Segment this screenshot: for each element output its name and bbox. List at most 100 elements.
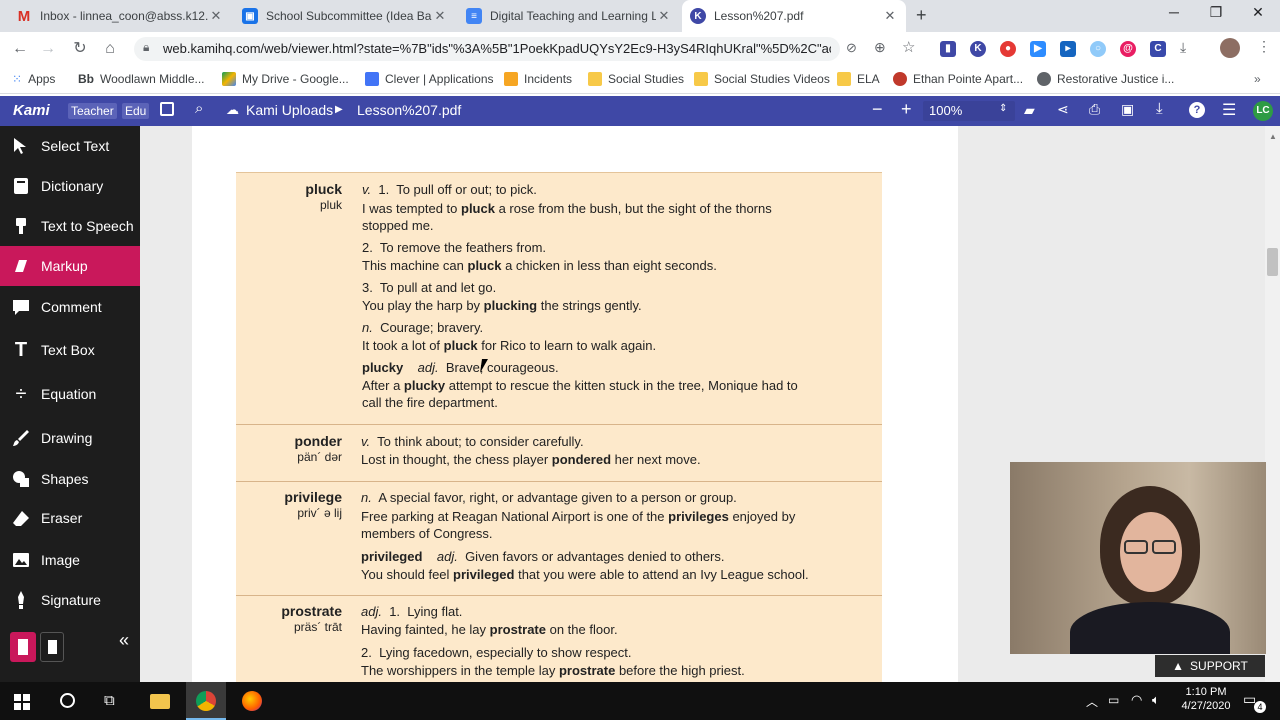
bookmark-extension-icon[interactable]: ▮ [940, 41, 956, 57]
folder-open-icon[interactable]: ▰ [1024, 102, 1035, 119]
volume-icon[interactable]: 🔈︎ [1152, 692, 1160, 708]
collapse-sidebar-icon[interactable]: « [119, 630, 129, 651]
tool-signature[interactable]: Signature [0, 580, 140, 620]
scroll-up-icon[interactable]: ▲ [1269, 132, 1277, 141]
tool-comment[interactable]: Comment [0, 287, 140, 327]
avatar[interactable]: LC [1253, 101, 1273, 121]
vertical-scrollbar[interactable]: ▲ [1265, 126, 1280, 682]
download-icon[interactable]: ⤓ [1180, 39, 1186, 56]
scrollbar-thumb[interactable] [1267, 248, 1278, 276]
tool-image[interactable]: Image [0, 540, 140, 580]
tool-shapes[interactable]: Shapes [0, 459, 140, 499]
maximize-button[interactable]: ❐ [1196, 4, 1236, 26]
tab-gmail[interactable]: M Inbox - linnea_coon@abss.k12.nc ✕ [8, 0, 232, 32]
url-text[interactable]: web.kamihq.com/web/viewer.html?state=%7B… [163, 41, 831, 56]
tab-school-subcommittee[interactable]: ▣ School Subcommittee (Idea Bank ✕ [234, 0, 456, 32]
more-bookmarks-icon[interactable]: » [1254, 72, 1261, 86]
chrome-menu-icon[interactable]: ⋮ [1257, 38, 1271, 55]
close-icon[interactable]: ✕ [882, 8, 898, 24]
task-view-icon[interactable]: ⧉ [104, 692, 115, 709]
minimize-button[interactable]: ─ [1154, 4, 1194, 26]
menu-icon[interactable]: ☰ [1222, 100, 1236, 120]
chrome-taskbar-button[interactable] [186, 682, 226, 720]
clever-extension-icon[interactable]: C [1150, 41, 1166, 57]
kami-extension-icon[interactable]: K [970, 41, 986, 57]
definition-text: Lost in thought, the chess player [361, 452, 552, 467]
screencast-extension-icon[interactable]: ▸ [1060, 41, 1076, 57]
print-icon[interactable]: ⎙ [1089, 101, 1100, 118]
tool-equation[interactable]: ÷ Equation [0, 374, 140, 414]
bookmark-ethan-pointe[interactable]: Ethan Pointe Apart... [893, 72, 1023, 86]
bookmark-woodlawn[interactable]: Bb Woodlawn Middle... [78, 72, 205, 86]
breadcrumb-file[interactable]: Lesson%207.pdf [357, 102, 461, 118]
tool-select-text[interactable]: Select Text [0, 126, 140, 166]
tab-digital-teaching[interactable]: ≡ Digital Teaching and Learning Le ✕ [458, 0, 680, 32]
entry-word: privilege [284, 489, 342, 505]
window-close-button[interactable]: ✕ [1238, 4, 1278, 26]
search-icon[interactable]: ⌕ [195, 100, 203, 117]
record-extension-icon[interactable]: ● [1000, 41, 1016, 57]
tool-text-to-speech[interactable]: Text to Speech [0, 206, 140, 246]
tool-label: Dictionary [41, 178, 104, 194]
part-of-speech: n. [362, 320, 373, 335]
blocked-icon[interactable]: ⊘ [846, 40, 857, 56]
bookmark-incidents[interactable]: Incidents [504, 72, 572, 86]
new-tab-button[interactable]: + [916, 5, 927, 26]
zoom-out-button[interactable]: − [872, 99, 883, 120]
star-icon[interactable]: ☆ [902, 38, 915, 56]
zoom-extension-icon[interactable]: ▶ [1030, 41, 1046, 57]
bookmark-apps[interactable]: ⁙ Apps [12, 72, 55, 86]
bookmark-ela[interactable]: ELA [837, 72, 880, 86]
breadcrumb-root[interactable]: Kami Uploads [246, 102, 333, 118]
share-icon[interactable]: ⋖ [1057, 101, 1069, 118]
file-explorer-icon[interactable] [150, 694, 170, 709]
tool-eraser[interactable]: Eraser [0, 498, 140, 538]
add-icon[interactable]: ⊕ [874, 39, 886, 56]
sidebar-toggle-icon[interactable] [160, 102, 174, 116]
wifi-icon[interactable]: ◠ [1131, 692, 1142, 708]
clock[interactable]: 1:10 PM 4/27/2020 [1177, 686, 1235, 712]
close-icon[interactable]: ✕ [656, 8, 672, 24]
tool-dictionary[interactable]: Dictionary [0, 166, 140, 206]
webcam-video-overlay[interactable] [1010, 462, 1266, 654]
tool-markup[interactable]: Markup [0, 246, 140, 286]
circle-extension-icon[interactable]: ○ [1090, 41, 1106, 57]
download-icon[interactable]: ⤓ [1156, 100, 1163, 117]
close-icon[interactable]: ✕ [432, 8, 448, 24]
zoom-select[interactable]: 100% ⇕ [923, 101, 1015, 121]
profile-avatar[interactable] [1220, 38, 1240, 58]
support-label: SUPPORT [1190, 659, 1248, 673]
save-icon[interactable]: ▣ [1121, 101, 1134, 118]
home-button[interactable]: ⌂ [99, 38, 121, 60]
bookmark-my-drive[interactable]: My Drive - Google... [222, 72, 349, 86]
secondary-color-swatch[interactable] [40, 632, 64, 662]
battery-icon[interactable]: ▭ [1108, 693, 1119, 707]
chevron-up-icon: ▲ [1172, 659, 1185, 673]
firefox-icon[interactable] [242, 691, 262, 711]
bookmark-restorative-justice[interactable]: Restorative Justice i... [1037, 72, 1174, 86]
search-circle-icon[interactable] [60, 693, 75, 708]
zoom-value: 100% [929, 103, 963, 118]
reload-button[interactable]: ↻ [69, 38, 91, 60]
back-button[interactable]: ← [9, 38, 31, 60]
bookmark-social-studies[interactable]: Social Studies [588, 72, 684, 86]
help-icon[interactable]: ? [1189, 102, 1205, 118]
tool-drawing[interactable]: Drawing [0, 418, 140, 458]
bookmark-label: ELA [857, 72, 880, 86]
support-button[interactable]: ▲ SUPPORT [1155, 655, 1265, 677]
tool-text-box[interactable]: T Text Box [0, 330, 140, 370]
windows-start-icon[interactable] [14, 694, 30, 713]
bookmark-social-studies-videos[interactable]: Social Studies Videos [694, 72, 830, 86]
lock-icon[interactable]: 🔒︎ [143, 40, 149, 55]
bookmark-clever[interactable]: Clever | Applications [365, 72, 494, 86]
swirl-extension-icon[interactable]: @ [1120, 41, 1136, 57]
zoom-in-button[interactable]: + [901, 99, 912, 120]
windows-taskbar: ⧉ ︿ ▭ ◠ 🔈︎ 1:10 PM 4/27/2020 ▭ 4 [0, 682, 1280, 720]
close-icon[interactable]: ✕ [208, 8, 224, 24]
forward-button[interactable]: → [37, 38, 59, 60]
tab-lesson-pdf[interactable]: K Lesson%207.pdf ✕ [682, 0, 906, 32]
tray-chevron-icon[interactable]: ︿ [1086, 693, 1098, 710]
primary-color-swatch[interactable] [10, 632, 36, 662]
definition-text: on the floor. [546, 622, 618, 637]
bookmark-label: My Drive - Google... [242, 72, 349, 86]
